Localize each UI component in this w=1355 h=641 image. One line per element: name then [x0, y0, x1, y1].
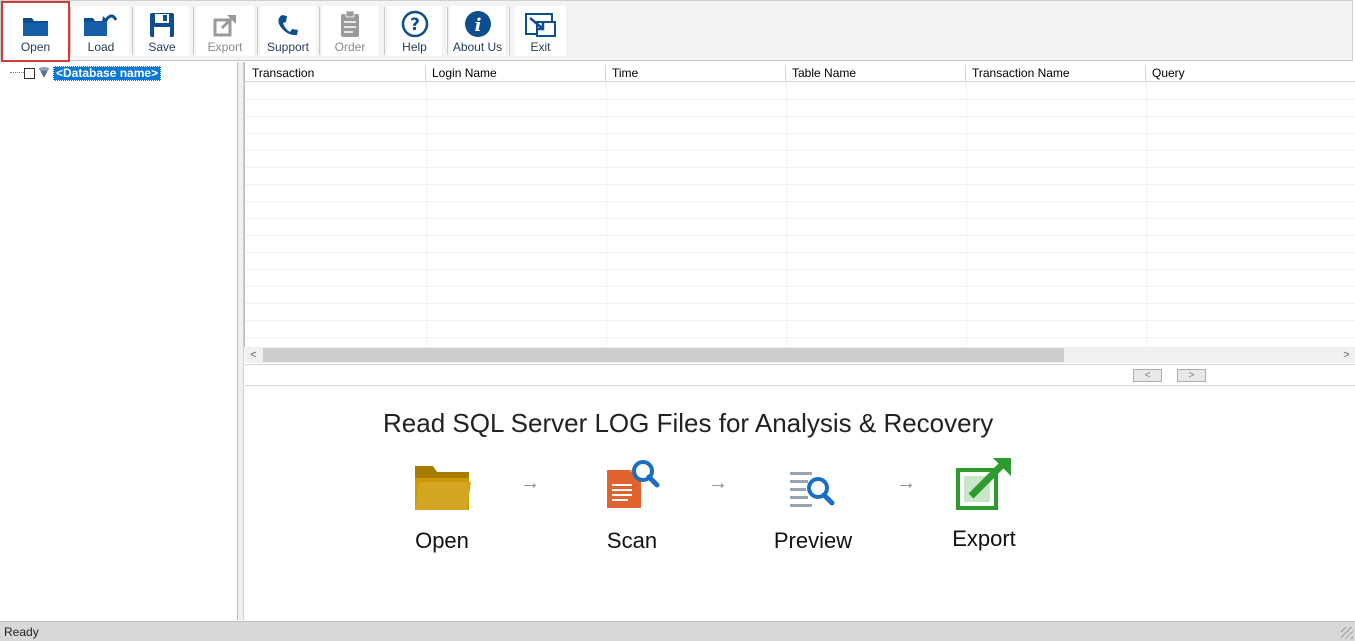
column-header-transaction[interactable]: Transaction [246, 65, 426, 81]
help-icon: ? [401, 8, 429, 38]
tree-item-database[interactable]: <Database name> [10, 65, 162, 81]
grid-column-line [426, 82, 427, 347]
status-bar: Ready [0, 621, 1355, 641]
exit-button[interactable]: Exit [515, 6, 566, 56]
step-scan: Scan [572, 454, 692, 554]
info-icon: i [464, 8, 492, 38]
grid-row-line [245, 235, 1355, 236]
welcome-title: Read SQL Server LOG Files for Analysis &… [383, 408, 994, 438]
grid-row-line [245, 116, 1355, 117]
grid-row-line [245, 133, 1355, 134]
grid-header: Transaction Login Name Time Table Name T… [245, 65, 1355, 82]
grid-row-line [245, 99, 1355, 100]
folder-open-icon [21, 8, 51, 38]
folder-icon [411, 454, 473, 514]
pager-bar: < > [245, 364, 1355, 386]
column-header-table-name[interactable]: Table Name [786, 65, 966, 81]
step-label: Scan [606, 528, 658, 553]
preview-icon [784, 454, 842, 514]
transactions-grid: Transaction Login Name Time Table Name T… [244, 62, 1355, 347]
save-button[interactable]: Save [135, 6, 189, 56]
svg-text:?: ? [410, 15, 420, 35]
load-icon [82, 8, 120, 38]
grid-column-line [1146, 82, 1147, 347]
exit-label: Exit [530, 40, 551, 54]
support-label: Support [266, 40, 310, 54]
column-header-time[interactable]: Time [606, 65, 786, 81]
toolbar-separator [132, 7, 133, 55]
step-preview: Preview [753, 454, 873, 554]
scroll-right-button[interactable]: > [1338, 347, 1355, 363]
exit-icon [524, 8, 557, 38]
database-tree: <Database name> [0, 62, 238, 620]
toolbar-separator [319, 7, 320, 55]
step-export: Export [924, 452, 1044, 552]
welcome-panel: Read SQL Server LOG Files for Analysis &… [245, 386, 1355, 620]
svg-text:i: i [474, 15, 481, 36]
column-header-query[interactable]: Query [1146, 65, 1355, 81]
tree-item-label[interactable]: <Database name> [53, 65, 162, 81]
toolbar: Open Load Save Export Support Order ? He… [0, 0, 1353, 62]
clipboard-icon [339, 8, 361, 38]
open-button[interactable]: Open [1, 1, 70, 62]
grid-row-line [245, 201, 1355, 202]
arrow-icon: → [708, 472, 728, 494]
column-header-login-name[interactable]: Login Name [426, 65, 606, 81]
scroll-thumb[interactable] [263, 348, 1064, 362]
export-icon [212, 8, 238, 38]
grid-row-line [245, 252, 1355, 253]
grid-row-line [245, 303, 1355, 304]
grid-row-line [245, 150, 1355, 151]
toolbar-separator [193, 7, 194, 55]
status-text: Ready [4, 625, 39, 639]
export-button[interactable]: Export [196, 6, 254, 56]
previous-page-button[interactable]: < [1133, 369, 1162, 382]
database-icon [37, 66, 51, 80]
horizontal-scrollbar[interactable]: < > [245, 347, 1355, 363]
order-label: Order [334, 40, 366, 54]
grid-row-line [245, 320, 1355, 321]
toolbar-separator [447, 7, 448, 55]
grid-column-line [606, 82, 607, 347]
toolbar-separator [384, 7, 385, 55]
resize-grip-icon[interactable] [1341, 627, 1353, 639]
grid-row-line [245, 167, 1355, 168]
scan-icon [601, 454, 663, 514]
tree-connector [10, 72, 24, 74]
grid-row-line [245, 286, 1355, 287]
toolbar-separator [257, 7, 258, 55]
grid-row-line [245, 337, 1355, 338]
open-label: Open [20, 40, 51, 54]
help-label: Help [402, 40, 427, 54]
arrow-icon: → [896, 472, 916, 494]
step-label: Export [952, 526, 1016, 551]
help-button[interactable]: ? Help [387, 6, 442, 56]
about-us-button[interactable]: i About Us [450, 6, 505, 56]
grid-column-line [786, 82, 787, 347]
column-header-transaction-name[interactable]: Transaction Name [966, 65, 1146, 81]
save-label: Save [148, 40, 176, 54]
grid-row-line [245, 218, 1355, 219]
order-button[interactable]: Order [322, 6, 378, 56]
scroll-left-button[interactable]: < [245, 347, 262, 363]
arrow-icon: → [520, 472, 540, 494]
grid-row-line [245, 184, 1355, 185]
step-open: Open [382, 454, 502, 554]
phone-icon [277, 8, 299, 38]
support-button[interactable]: Support [260, 6, 316, 56]
grid-column-line [966, 82, 967, 347]
toolbar-separator [509, 7, 510, 55]
load-label: Load [87, 40, 115, 54]
toolbar-separator [70, 7, 71, 55]
export-arrow-icon [951, 452, 1017, 512]
tree-checkbox[interactable] [24, 67, 35, 79]
grid-row-line [245, 269, 1355, 270]
about-us-label: About Us [452, 40, 503, 54]
floppy-disk-icon [149, 8, 175, 38]
export-label: Export [207, 40, 243, 54]
load-button[interactable]: Load [73, 6, 129, 56]
step-label: Preview [773, 528, 853, 553]
step-label: Open [415, 528, 469, 553]
next-page-button[interactable]: > [1177, 369, 1206, 382]
